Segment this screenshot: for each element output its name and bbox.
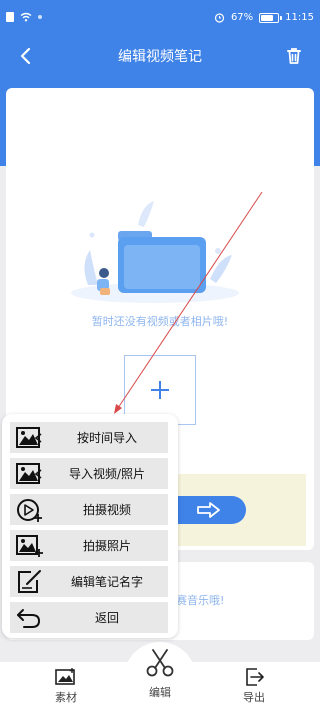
page-title: 编辑视频笔记 [118,49,202,65]
menu-item-return[interactable]: 返回 [10,602,168,633]
alarm-icon [214,13,225,23]
return-icon [17,609,41,628]
menu-item-import-by-time[interactable]: 按时间导入 [10,422,168,453]
nav-label-edit: 编辑 [149,686,171,699]
music-hint: 赛音乐哦! [176,594,225,607]
wifi-icon [20,12,32,22]
nav-item-material[interactable]: 素材 [36,668,96,705]
nav-item-export[interactable]: 导出 [224,668,284,705]
sim-card-icon [6,12,14,22]
battery-percent: 67% [230,12,254,23]
menu-item-take-photo[interactable]: 拍摄照片 [10,530,168,561]
menu-item-edit-name[interactable]: 编辑笔记名字 [10,566,168,597]
menu-label: 返回 [94,611,119,625]
menu-label: 拍摄视频 [82,503,131,517]
notification-dot-icon [38,15,42,19]
nav-label-material: 素材 [55,691,77,704]
empty-state-message: 暂时还没有视频或者相片哦! [91,315,229,328]
import-menu-popup: 按时间导入 导入视频/照片 拍摄视频 拍摄照片 编辑笔记名字 返回 [2,414,178,638]
arrow-right-icon [197,502,220,518]
video-record-icon [17,499,42,522]
menu-item-record-video[interactable]: 拍摄视频 [10,494,168,525]
menu-label: 按时间导入 [76,431,137,445]
image-import-icon [16,427,42,448]
nav-label-export: 导出 [243,691,265,704]
nav-item-edit[interactable]: 编辑 [130,646,190,700]
photo-add-icon [16,535,43,557]
trash-icon[interactable] [280,42,308,70]
status-bar: 67% 11:15 [0,0,320,36]
image-import-icon [16,463,42,484]
clock-time: 11:15 [285,12,314,23]
battery-icon [259,12,283,23]
empty-folder-illustration [71,201,239,303]
menu-label: 编辑笔记名字 [70,575,143,589]
export-icon [246,668,264,686]
scissors-icon [146,649,174,677]
plus-icon [151,381,169,399]
image-add-icon [55,668,75,685]
next-button[interactable] [172,496,246,524]
menu-label: 拍摄照片 [82,539,131,553]
menu-item-import-media[interactable]: 导入视频/照片 [10,458,168,489]
edit-note-icon [18,570,41,593]
menu-label: 导入视频/照片 [68,467,146,481]
